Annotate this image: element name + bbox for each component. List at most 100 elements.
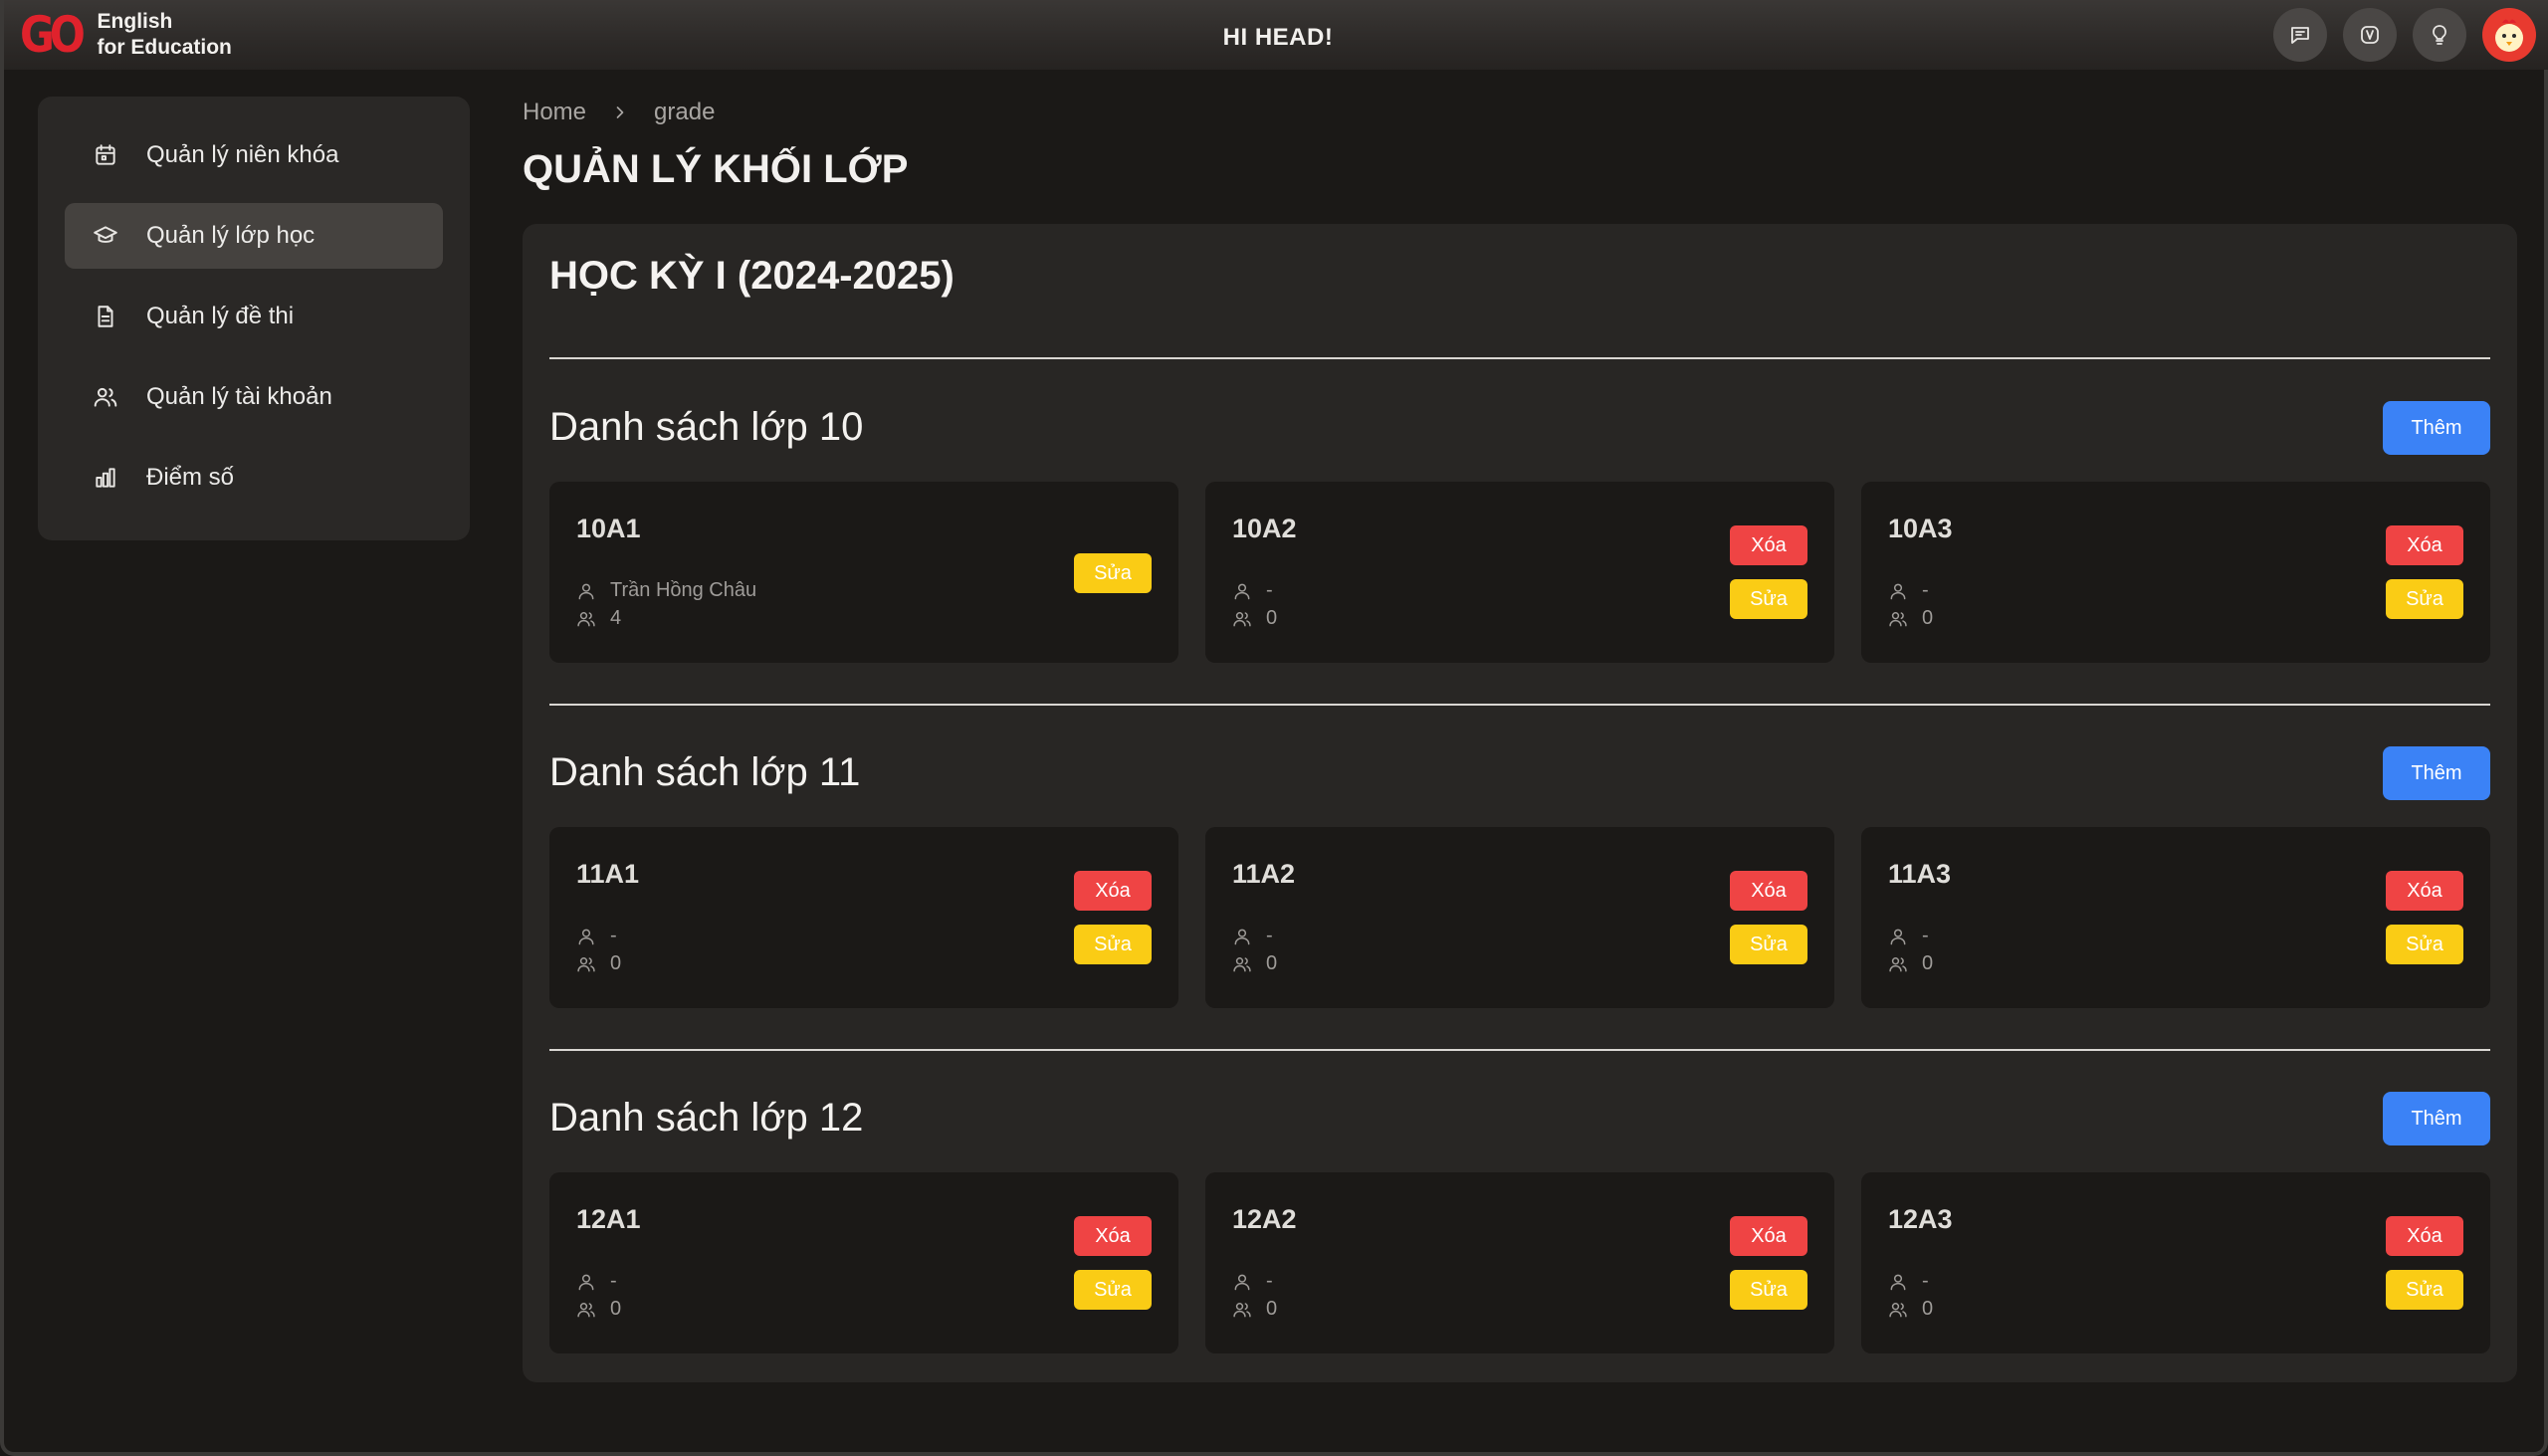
edit-button[interactable]: Sửa xyxy=(1730,579,1807,619)
teacher-name: - xyxy=(1922,579,1929,601)
add-class-button[interactable]: Thêm xyxy=(2383,401,2490,455)
users-icon xyxy=(1233,956,1251,971)
top-bar: GO English for Education HI HEAD! xyxy=(4,0,2548,70)
user-icon xyxy=(1890,1274,1906,1290)
edit-button[interactable]: Sửa xyxy=(2386,579,2463,619)
class-name: 12A3 xyxy=(1888,1204,1953,1234)
delete-button[interactable]: Xóa xyxy=(2386,1216,2463,1256)
calendar-icon xyxy=(96,144,115,165)
idea-button[interactable] xyxy=(2413,8,2466,62)
users-icon xyxy=(1889,1302,1907,1317)
breadcrumb-home[interactable]: Home xyxy=(523,99,586,126)
sidebar-item-label: Điểm số xyxy=(146,464,235,491)
users-icon xyxy=(94,387,117,407)
delete-button[interactable]: Xóa xyxy=(1730,871,1807,911)
delete-button[interactable]: Xóa xyxy=(1074,871,1152,911)
class-name: 11A3 xyxy=(1888,859,1952,889)
delete-button[interactable]: Xóa xyxy=(2386,525,2463,565)
avatar-mascot-icon xyxy=(2495,19,2523,52)
sidebar-item-label: Quản lý lớp học xyxy=(146,222,316,249)
greeting-title: HI HEAD! xyxy=(1222,24,1334,51)
teacher-name: - xyxy=(610,925,617,946)
chevron-right-icon xyxy=(610,103,630,122)
user-icon xyxy=(578,583,594,599)
avatar[interactable] xyxy=(2482,8,2536,62)
student-count: 4 xyxy=(610,607,622,629)
edit-button[interactable]: Sửa xyxy=(2386,925,2463,964)
teacher-line: - xyxy=(576,1270,617,1293)
user-icon xyxy=(578,929,594,944)
students-line: 0 xyxy=(1232,952,1277,975)
edit-button[interactable]: Sửa xyxy=(1730,1270,1807,1310)
edit-button[interactable]: Sửa xyxy=(2386,1270,2463,1310)
user-icon xyxy=(1890,929,1906,944)
edit-button[interactable]: Sửa xyxy=(1074,925,1152,964)
user-icon xyxy=(1890,583,1906,599)
students-line: 0 xyxy=(1888,607,1933,630)
students-line: 0 xyxy=(1888,952,1933,975)
student-count: 0 xyxy=(1266,1298,1278,1320)
sidebar-item-nien-khoa[interactable]: Quản lý niên khóa xyxy=(65,122,443,188)
teacher-name: - xyxy=(1922,1270,1929,1292)
teacher-name: - xyxy=(1266,925,1273,946)
class-card[interactable]: 10A3 - 0 Xóa Sửa xyxy=(1861,482,2490,663)
sidebar-item-de-thi[interactable]: Quản lý đề thi xyxy=(65,284,443,349)
students-line: 0 xyxy=(576,952,621,975)
class-name: 12A2 xyxy=(1232,1204,1297,1234)
chat-button[interactable] xyxy=(2273,8,2327,62)
edit-button[interactable]: Sửa xyxy=(1074,1270,1152,1310)
sidebar-item-diem-so[interactable]: Điểm số xyxy=(65,445,443,511)
student-count: 0 xyxy=(1922,1298,1934,1320)
class-card[interactable]: 11A1 - 0 Xóa Sửa xyxy=(549,827,1178,1008)
teacher-name: - xyxy=(1922,925,1929,946)
class-card[interactable]: 10A2 - 0 Xóa Sửa xyxy=(1205,482,1834,663)
class-card[interactable]: 11A3 - 0 Xóa Sửa xyxy=(1861,827,2490,1008)
users-icon xyxy=(1233,1302,1251,1317)
document-icon xyxy=(98,306,113,327)
users-icon xyxy=(577,1302,595,1317)
delete-button[interactable]: Xóa xyxy=(1730,1216,1807,1256)
divider xyxy=(549,357,2490,359)
class-name: 12A1 xyxy=(576,1204,641,1234)
breadcrumb-current: grade xyxy=(654,99,716,125)
teacher-line: - xyxy=(1232,579,1273,602)
page-title: QUẢN LÝ KHỐI LỚP xyxy=(523,147,909,191)
sidebar-item-tai-khoan[interactable]: Quản lý tài khoản xyxy=(65,364,443,430)
teacher-line: - xyxy=(1232,925,1273,947)
teacher-name: - xyxy=(1266,579,1273,601)
add-class-button[interactable]: Thêm xyxy=(2383,1092,2490,1145)
teacher-line: Trần Hồng Châu xyxy=(576,579,756,602)
class-name: 10A2 xyxy=(1232,514,1297,543)
class-card[interactable]: 11A2 - 0 Xóa Sửa xyxy=(1205,827,1834,1008)
class-card[interactable]: 12A3 - 0 Xóa Sửa xyxy=(1861,1172,2490,1353)
graduation-cap-icon xyxy=(94,226,117,243)
v-badge-icon xyxy=(2361,26,2379,44)
sidebar-item-label: Quản lý niên khóa xyxy=(146,141,339,168)
class-card[interactable]: 12A1 - 0 Xóa Sửa xyxy=(549,1172,1178,1353)
students-line: 0 xyxy=(1232,1298,1277,1321)
delete-button[interactable]: Xóa xyxy=(1730,525,1807,565)
grade-title: Danh sách lớp 12 xyxy=(549,1096,864,1140)
add-class-button[interactable]: Thêm xyxy=(2383,746,2490,800)
class-name: 11A1 xyxy=(576,859,640,889)
v-badge-button[interactable] xyxy=(2343,8,2397,62)
delete-button[interactable]: Xóa xyxy=(2386,871,2463,911)
teacher-line: - xyxy=(1888,925,1929,947)
sidebar-item-lop-hoc[interactable]: Quản lý lớp học xyxy=(65,203,443,269)
class-name: 11A2 xyxy=(1232,859,1296,889)
lightbulb-icon xyxy=(2433,25,2446,45)
teacher-line: - xyxy=(1888,579,1929,602)
student-count: 0 xyxy=(1266,607,1278,629)
student-count: 0 xyxy=(1266,952,1278,974)
edit-button[interactable]: Sửa xyxy=(1074,553,1152,593)
class-card[interactable]: 12A2 - 0 Xóa Sửa xyxy=(1205,1172,1834,1353)
delete-button[interactable]: Xóa xyxy=(1074,1216,1152,1256)
users-icon xyxy=(1233,611,1251,626)
bar-chart-icon xyxy=(96,468,115,488)
edit-button[interactable]: Sửa xyxy=(1730,925,1807,964)
students-line: 4 xyxy=(576,607,621,630)
grade-title: Danh sách lớp 10 xyxy=(549,405,864,449)
breadcrumb: Home grade xyxy=(523,99,715,126)
class-card[interactable]: 10A1 Trần Hồng Châu 4 Sửa xyxy=(549,482,1178,663)
student-count: 0 xyxy=(1922,607,1934,629)
